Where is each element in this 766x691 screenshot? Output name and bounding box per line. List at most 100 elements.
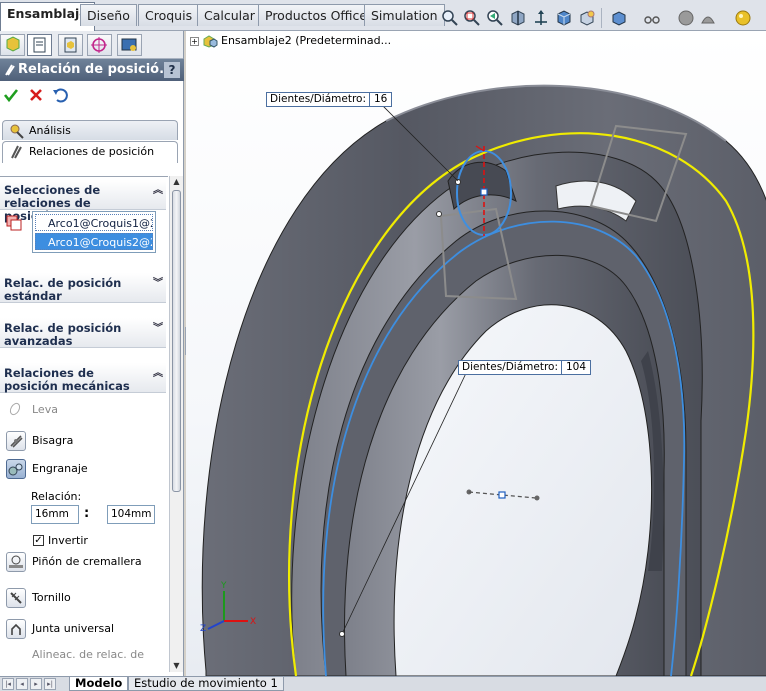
tab-analisis[interactable]: Análisis <box>2 120 178 140</box>
rack-pinion-label: Piñón de cremallera <box>32 555 142 568</box>
toolbar-separator <box>601 8 602 28</box>
rack-pinion-icon <box>6 552 26 572</box>
view-orientation-icon[interactable] <box>532 9 550 27</box>
hinge-icon <box>6 431 26 451</box>
section-view-icon[interactable] <box>509 9 527 27</box>
tab-display-manager[interactable] <box>117 34 142 56</box>
command-manager: Ensamblaje Diseño Croquis Calcular Produ… <box>0 0 766 31</box>
graphics-area[interactable]: Y X Z + Ensamblaje2 (Predeterminad... Die… <box>186 31 766 676</box>
display-style-icon[interactable] <box>555 9 573 27</box>
callout-value[interactable]: 16 <box>369 93 391 106</box>
cam-icon <box>6 400 26 420</box>
assembly-icon <box>203 35 218 48</box>
callout-label: Dientes/Diámetro: <box>270 93 366 105</box>
gear-teeth-callout[interactable]: Dientes/Diámetro: 16 <box>266 92 393 107</box>
group-standard-mates[interactable]: Relac. de posición estándar ︾ <box>0 273 166 303</box>
collapse-chevron-icon[interactable]: ︽ <box>153 367 163 380</box>
tab-property-manager[interactable] <box>27 34 52 56</box>
feature-tree-flyout[interactable]: + Ensamblaje2 (Predeterminad... <box>190 33 391 49</box>
hinge-label: Bisagra <box>32 434 74 447</box>
mate-selections-icon <box>6 215 22 231</box>
svg-text:Y: Y <box>220 581 227 591</box>
tab-diseno[interactable]: Diseño <box>80 4 137 26</box>
mate-selections-list[interactable]: Arco1@Croquis1@2Bo Arco1@Croquis2@2Pis <box>32 211 156 253</box>
svg-text:Z: Z <box>200 624 206 634</box>
help-button[interactable]: ? <box>164 62 180 78</box>
view-settings-icon[interactable] <box>677 9 695 27</box>
svg-text:X: X <box>250 617 256 627</box>
gear-mate-option[interactable]: Engranaje <box>4 457 88 481</box>
tab-dimxpert-manager[interactable] <box>87 34 112 56</box>
group-selections[interactable]: Selecciones de relaciones de posición ︽ <box>0 180 166 223</box>
gear-assembly-model: Y X Z <box>200 84 766 676</box>
edit-appearance-icon[interactable] <box>610 9 628 27</box>
display-manager-icon <box>121 38 137 51</box>
last-tab-icon[interactable]: ▸| <box>44 678 56 690</box>
expand-chevron-icon[interactable]: ︾ <box>153 322 163 335</box>
tab-calcular[interactable]: Calcular <box>197 4 262 26</box>
tree-expand-icon[interactable]: + <box>190 36 199 46</box>
hide-show-items-icon[interactable] <box>578 9 596 27</box>
property-manager-icon <box>33 37 46 53</box>
tab-relaciones-label: Relaciones de posición <box>29 145 155 158</box>
tab-estudio-de-movimiento[interactable]: Estudio de movimiento 1 <box>128 677 284 691</box>
ok-button[interactable] <box>3 87 19 107</box>
tab-configuration-manager[interactable] <box>58 34 83 56</box>
tab-feature-tree[interactable] <box>0 34 25 56</box>
screw-mate-option[interactable]: Tornillo <box>4 586 71 610</box>
zoom-area-icon[interactable] <box>463 9 481 27</box>
scrollbar-thumb[interactable] <box>172 190 181 492</box>
group-advanced-title: Relac. de posición avanzadas <box>4 321 122 348</box>
universal-joint-label: Junta universal <box>32 622 115 635</box>
group-mechanical-mates[interactable]: Relaciones de posición mecánicas ︽ <box>0 363 166 393</box>
list-item[interactable]: Arco1@Croquis1@2Bo <box>35 214 153 231</box>
group-advanced-mates[interactable]: Relac. de posición avanzadas ︾ <box>0 318 166 348</box>
group-mechanical-title: Relaciones de posición mecánicas <box>4 366 130 393</box>
first-tab-icon[interactable]: |◂ <box>2 678 14 690</box>
checkmark-icon <box>3 89 19 103</box>
undo-button[interactable] <box>52 87 68 107</box>
rack-pinion-mate-option[interactable]: Piñón de cremallera <box>4 550 142 574</box>
callout-label: Dientes/Diámetro: <box>462 361 558 373</box>
ratio-right-field[interactable]: 104mm <box>107 505 155 524</box>
gear-teeth-callout[interactable]: Dientes/Diámetro: 104 <box>458 360 592 375</box>
hinge-mate-option[interactable]: Bisagra <box>4 429 73 453</box>
path-mate-option: Alineac. de relac. de <box>4 643 144 667</box>
tab-simulation[interactable]: Simulation <box>364 4 445 26</box>
close-icon <box>30 89 42 101</box>
next-tab-icon[interactable]: ▸ <box>30 678 42 690</box>
property-manager-title-bar: Relación de posició... ? <box>0 59 184 81</box>
invert-label: Invertir <box>48 534 88 547</box>
render-tools-icon[interactable] <box>699 9 717 27</box>
gear-label: Engranaje <box>32 462 88 475</box>
tree-root-label[interactable]: Ensamblaje2 (Predeterminad... <box>221 34 391 47</box>
expand-chevron-icon[interactable]: ︾ <box>153 277 163 290</box>
feature-tree-icon <box>6 36 20 52</box>
universal-joint-mate-option[interactable]: Junta universal <box>4 617 114 641</box>
panel-scrollbar[interactable]: ▲ ▼ <box>169 176 183 672</box>
cancel-button[interactable] <box>28 87 44 107</box>
tab-relaciones-de-posicion[interactable]: Relaciones de posición <box>2 141 178 163</box>
scroll-down-icon[interactable]: ▼ <box>170 660 183 672</box>
screw-label: Tornillo <box>32 591 71 604</box>
zoom-to-fit-icon[interactable] <box>441 9 459 27</box>
ratio-left-field[interactable]: 16mm <box>31 505 79 524</box>
configuration-manager-icon <box>64 37 77 53</box>
universal-joint-icon <box>6 619 26 639</box>
invert-checkbox[interactable]: ✓ <box>33 535 44 546</box>
prev-tab-icon[interactable]: ◂ <box>16 678 28 690</box>
callout-value[interactable]: 104 <box>561 361 590 374</box>
previous-view-icon[interactable] <box>486 9 504 27</box>
apply-scene-icon[interactable] <box>643 9 661 27</box>
tab-modelo[interactable]: Modelo <box>69 677 129 691</box>
list-item[interactable]: Arco1@Croquis2@2Pis <box>35 233 153 250</box>
cam-label: Leva <box>32 403 58 416</box>
collapse-chevron-icon[interactable]: ︽ <box>153 184 163 197</box>
path-mate-label: Alineac. de relac. de <box>32 648 145 661</box>
tab-croquis[interactable]: Croquis <box>138 4 200 26</box>
scroll-up-icon[interactable]: ▲ <box>170 176 183 188</box>
appearance-sphere-icon[interactable] <box>734 9 752 27</box>
cam-mate-option: Leva <box>4 398 58 422</box>
tab-productos-office[interactable]: Productos Office <box>258 4 375 26</box>
dimxpert-icon <box>91 37 107 53</box>
